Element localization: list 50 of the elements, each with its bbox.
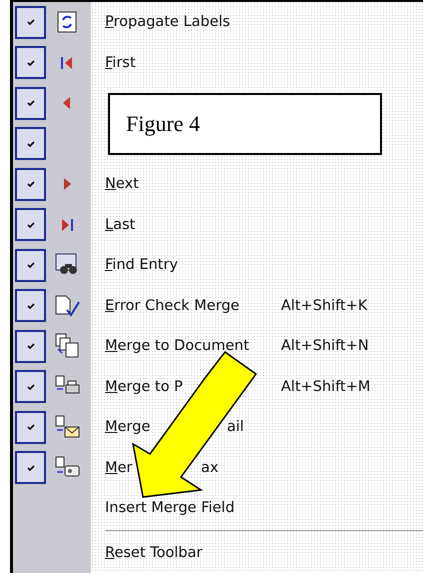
documents-icon [54,333,80,360]
menu-item-text: ail [227,419,244,436]
previous-icon [62,96,72,110]
check-icon [26,58,36,68]
menu-item[interactable]: Reset Toolbar [105,544,202,561]
menu-item[interactable]: Merge to P [105,378,183,395]
menu-item[interactable]: Insert Merge Field [105,500,235,516]
check-icon [26,98,36,108]
checkbox[interactable] [15,46,46,80]
figure-caption: Figure 4 [126,111,200,137]
checkbox[interactable] [15,6,46,39]
menu-item[interactable]: Propagate Labels [105,14,230,30]
menu-item[interactable]: Last [105,216,136,233]
check-icon [26,260,36,270]
menu-item[interactable]: Merge to Document [105,338,250,354]
checkbox[interactable] [15,451,46,484]
checkbox[interactable] [15,410,46,444]
menu-item[interactable]: Error Check Merge [105,298,240,314]
menu-item-text: ax [201,460,218,476]
shortcut-text: Alt+Shift+N [281,338,369,354]
check-icon [26,422,36,432]
checkbox[interactable] [15,289,46,322]
envelope-icon [54,415,80,440]
checkbox[interactable] [15,248,46,282]
document-check-icon [54,294,80,318]
first-record-icon [60,56,74,70]
checkbox[interactable] [15,370,46,404]
next-icon [62,177,72,192]
menu-item[interactable]: Next [105,176,139,192]
checkbox[interactable] [15,86,46,120]
menu-item[interactable]: Mer [105,460,132,476]
check-icon [26,179,36,190]
menu-item[interactable]: Find Entry [105,257,178,274]
last-record-icon [60,218,74,232]
check-icon [26,462,36,473]
menu-item[interactable]: Merge [105,419,150,436]
checkbox[interactable] [15,168,46,201]
checkbox[interactable] [15,330,46,363]
check-icon [26,300,36,311]
checkbox[interactable] [15,127,46,160]
checkbox[interactable] [15,208,46,242]
check-icon [26,138,36,149]
shortcut-text: Alt+Shift+K [281,298,368,314]
menu-item[interactable]: First [105,54,136,71]
check-icon [26,341,36,352]
check-icon [26,17,36,28]
check-icon [26,220,36,230]
shortcut-text: Alt+Shift+M [281,378,370,395]
check-icon [26,382,36,392]
refresh-icon [57,11,77,34]
